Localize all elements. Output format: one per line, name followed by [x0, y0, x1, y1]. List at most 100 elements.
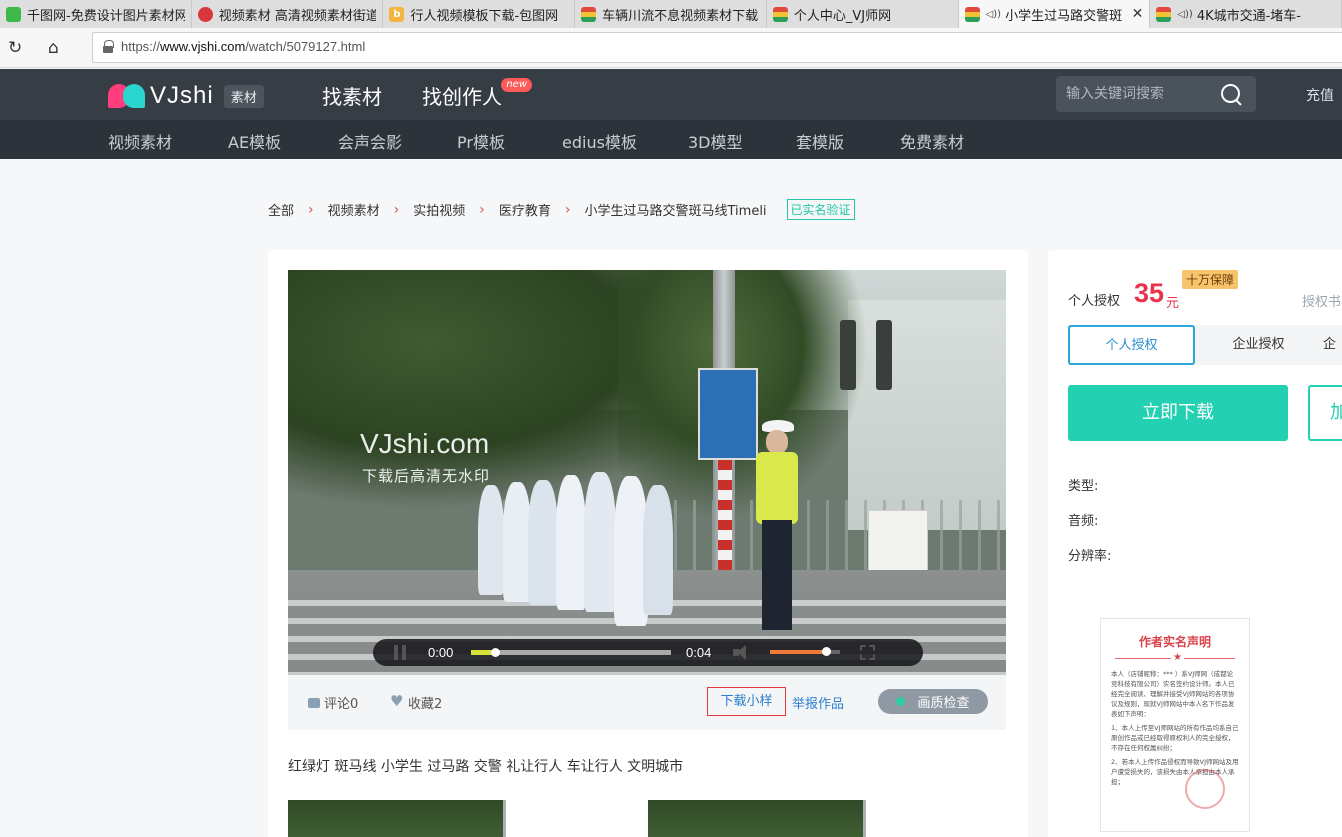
pause-icon[interactable] — [393, 645, 407, 660]
volume-slider[interactable] — [770, 647, 840, 656]
volume-fill — [770, 650, 826, 654]
price-value: 35 — [1134, 278, 1165, 308]
meta-type-label: 类型: — [1068, 479, 1099, 494]
new-badge: new — [501, 78, 532, 92]
related-thumbnail[interactable] — [288, 800, 506, 837]
breadcrumb-item[interactable]: 实拍视频 — [413, 200, 465, 219]
search-box — [1056, 76, 1256, 112]
browser-address-bar: ↻ ⌂ https://www.vjshi.com/watch/5079127.… — [0, 28, 1342, 68]
guarantee-badge: 十万保障 — [1182, 270, 1239, 289]
breadcrumb-item: 小学生过马路交警斑马线Timeli — [584, 204, 767, 219]
tab-more-license[interactable]: 企 — [1322, 325, 1342, 365]
qiantu-favicon-icon — [6, 6, 21, 22]
baotu-favicon-icon: b — [389, 6, 405, 22]
author-declaration[interactable]: 作者实名声明 ★ 本人（店铺昵称：*** ）系VJ师网（成都论竞科技有限公司）实… — [1100, 618, 1250, 832]
quality-check-button[interactable]: 画质检查 — [878, 689, 988, 714]
browser-tab[interactable]: ◁)) 4K城市交通-堵车- — [1150, 0, 1342, 28]
breadcrumb: 全部 › 视频素材 › 实拍视频 › 医疗教育 › 小学生过马路交警斑马线Timeli 已实名验证 — [268, 199, 855, 220]
declaration-title: 作者实名声明 — [1138, 635, 1211, 649]
video-tags: 红绿灯 斑马线 小学生 过马路 交警 礼让行人 车让行人 文明城市 — [288, 759, 684, 775]
license-doc-link[interactable]: 授权书 — [1302, 291, 1341, 310]
breadcrumb-item[interactable]: 全部 — [268, 200, 294, 219]
category-nav-item[interactable]: Pr模板 — [457, 129, 505, 153]
browser-tab[interactable]: 视频素材 高清视频素材街道 — [192, 0, 384, 28]
tv-favicon-icon — [1156, 6, 1172, 22]
browser-tab[interactable]: 个人中心_VJ师网 — [767, 0, 959, 28]
browser-tab-title: 小学生过马路交警斑 — [1005, 8, 1123, 24]
logo-badge: 素材 — [223, 84, 264, 108]
main-nav: 找素材 找创作人 new — [322, 78, 542, 123]
browser-tab[interactable]: ◁)) 小学生过马路交警斑 ✕ — [958, 0, 1151, 28]
declaration-body: 本人（店铺昵称：*** ）系VJ师网（成都论竞科技有限公司）实名签约设计师。本人… — [1111, 670, 1239, 786]
speaker-icon[interactable]: ◁)) — [986, 9, 1002, 20]
category-nav-item[interactable]: 套模版 — [796, 129, 844, 153]
search-icon[interactable] — [1220, 83, 1242, 105]
duration: 0:04 — [686, 645, 712, 660]
chevron-right-icon: › — [393, 201, 400, 218]
browser-tab-bar: 千图网-免费设计图片素材网 视频素材 高清视频素材街道 b 行人视频模板下载-包图网 车… — [0, 0, 1342, 28]
recharge-link[interactable]: 充值 — [1306, 85, 1334, 105]
nav-find-creator[interactable]: 找创作人 new — [422, 78, 532, 123]
verified-badge: 已实名验证 — [786, 199, 855, 220]
category-nav-item[interactable]: 会声会影 — [338, 129, 402, 153]
favorites-button[interactable]: 收藏2 — [390, 692, 442, 712]
browser-tab-title: 千图网-免费设计图片素材网 — [27, 8, 185, 24]
category-nav-item[interactable]: 免费素材 — [900, 129, 964, 153]
download-now-button[interactable]: 立即下载 — [1068, 385, 1288, 441]
heart-icon — [390, 692, 403, 710]
video-card: VJshi.com 下载后高清无水印 0:00 0:04 评论0 收藏2 下载小… — [268, 250, 1028, 837]
price-unit: 元 — [1166, 296, 1180, 311]
tab-enterprise-license[interactable]: 企业授权 — [1195, 325, 1322, 365]
logo-text: VJshi — [150, 82, 214, 109]
url-field[interactable]: https://www.vjshi.com/watch/5079127.html — [92, 32, 1342, 63]
reload-icon[interactable]: ↻ — [8, 38, 22, 58]
chevron-right-icon: › — [564, 201, 571, 218]
traffic-police-figure — [754, 420, 798, 630]
related-thumbnail[interactable] — [648, 800, 866, 837]
lock-icon — [103, 40, 114, 53]
category-nav-item[interactable]: 3D模型 — [688, 129, 743, 153]
report-link[interactable]: 举报作品 — [792, 693, 844, 712]
home-icon[interactable]: ⌂ — [48, 38, 59, 58]
browser-tab-title: 个人中心_VJ师网 — [793, 8, 892, 24]
speaker-icon[interactable]: ◁)) — [1177, 9, 1193, 20]
comments-button[interactable]: 评论0 — [308, 693, 358, 712]
site-header: VJshi 素材 找素材 找创作人new 充值 — [0, 69, 1342, 123]
close-tab-icon[interactable]: ✕ — [1132, 6, 1144, 22]
progress-bar[interactable] — [471, 648, 671, 657]
fullscreen-icon[interactable] — [860, 645, 875, 660]
meta-resolution-label: 分辨率: — [1068, 549, 1112, 564]
star-icon: ★ — [1171, 652, 1184, 663]
category-nav-item[interactable]: edius模板 — [562, 129, 637, 153]
site-logo[interactable]: VJshi 素材 — [108, 82, 264, 110]
browser-tab-title: 行人视频模板下载-包图网 — [410, 8, 559, 24]
vjshi-logo-icon — [108, 84, 146, 108]
breadcrumb-item[interactable]: 医疗教育 — [499, 200, 551, 219]
browser-tab[interactable]: 车辆川流不息视频素材下载 — [575, 0, 767, 28]
video-watermark-sub: 下载后高清无水印 — [362, 467, 491, 485]
category-nav-item[interactable]: AE模板 — [228, 129, 281, 153]
vjshi-favicon-icon — [197, 6, 213, 22]
status-dot-icon — [896, 697, 906, 706]
video-watermark: VJshi.com — [360, 428, 490, 459]
video-controls: 0:00 0:04 — [373, 639, 923, 666]
nav-find-material[interactable]: 找素材 — [322, 81, 382, 123]
progress-knob[interactable] — [491, 648, 500, 657]
add-to-cart-button[interactable]: 加 — [1308, 385, 1342, 441]
url-text: https://www.vjshi.com/watch/5079127.html — [121, 39, 366, 54]
price-label: 个人授权 — [1068, 294, 1121, 309]
browser-tab[interactable]: b 行人视频模板下载-包图网 — [383, 0, 576, 28]
tv-favicon-icon — [964, 6, 980, 22]
tv-favicon-icon — [772, 6, 788, 22]
tab-personal-license[interactable]: 个人授权 — [1068, 325, 1195, 365]
search-input[interactable] — [1066, 82, 1216, 106]
browser-tab[interactable]: 千图网-免费设计图片素材网 — [0, 0, 192, 28]
current-time: 0:00 — [428, 645, 454, 660]
breadcrumb-item[interactable]: 视频素材 — [328, 200, 380, 219]
video-player[interactable]: VJshi.com 下载后高清无水印 0:00 0:04 — [288, 270, 1006, 675]
volume-icon[interactable] — [733, 645, 751, 660]
volume-knob[interactable] — [822, 647, 831, 656]
category-nav-item[interactable]: 视频素材 — [108, 129, 172, 153]
download-sample-button[interactable]: 下载小样 — [707, 687, 786, 716]
purchase-panel: 个人授权 35 元 十万保障 授权书 个人授权 企业授权 企 立即下载 加 类型… — [1048, 250, 1342, 837]
